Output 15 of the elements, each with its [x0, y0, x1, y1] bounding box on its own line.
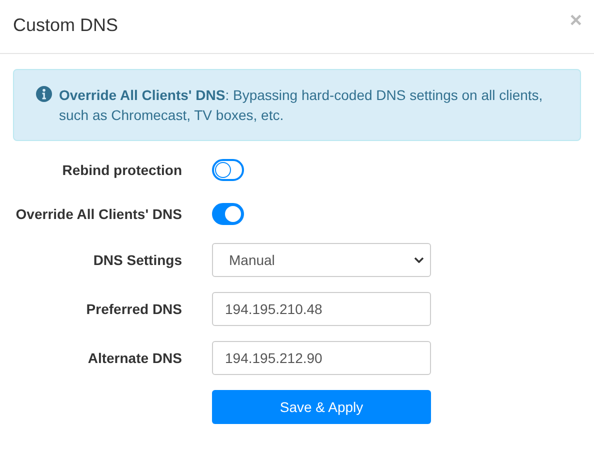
caret-icon — [414, 257, 424, 263]
alert-text: Override All Clients' DNS: Bypassing hard-coded DNS settings on all clients, such as Chromecast, TV boxes, etc. — [59, 86, 544, 125]
field-label: Rebind protection — [61, 162, 182, 178]
toggle-switch[interactable] — [212, 158, 244, 180]
toggle-switch[interactable] — [212, 202, 244, 224]
dns-input-field[interactable]: 194.195.210.48 — [212, 292, 431, 326]
field-label: DNS Settings — [92, 252, 182, 268]
field-label: Preferred DNS — [85, 301, 182, 317]
dns-select[interactable]: Manual — [212, 243, 431, 277]
field-label: Alternate DNS — [86, 350, 182, 366]
field-label: Override All Clients' DNS — [14, 206, 182, 222]
save-button[interactable]: Save & Apply — [212, 390, 431, 424]
info-icon — [36, 86, 52, 102]
dns-input-field[interactable]: 194.195.212.90 — [212, 341, 431, 375]
dialog-title: Custom DNS — [13, 15, 118, 35]
